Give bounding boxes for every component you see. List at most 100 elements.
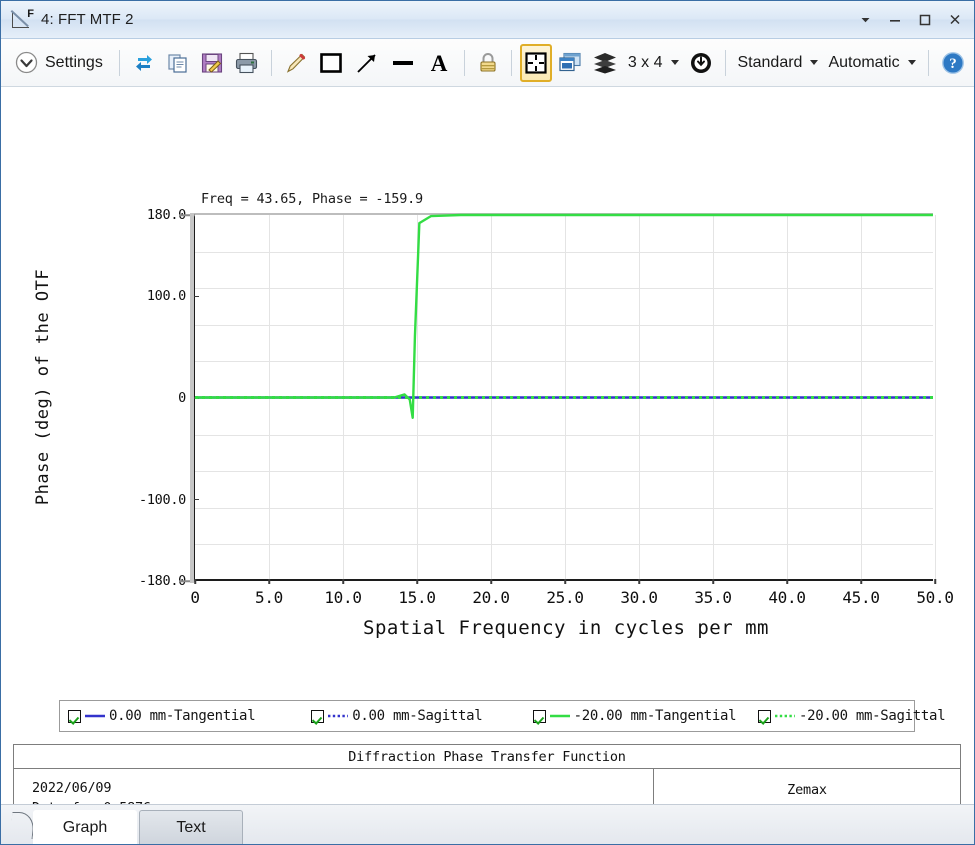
toolbar-separator-4 [511, 50, 512, 76]
style-label: Standard [738, 54, 803, 72]
legend-item[interactable]: 0.00 mm-Tangential [60, 708, 307, 724]
refresh-button[interactable] [128, 44, 160, 82]
title-bar: F 4: FFT MTF 2 [1, 1, 974, 39]
clock-reset-icon [689, 51, 713, 75]
info-vendor: Zemax [787, 780, 827, 801]
print-button[interactable] [230, 44, 263, 82]
annotate-pencil-button[interactable] [280, 44, 312, 82]
maximize-icon[interactable] [910, 7, 940, 33]
gridline-vertical [935, 215, 936, 579]
toolbar-separator-6 [928, 50, 929, 76]
chevron-down-icon [908, 60, 916, 65]
x-tick-label: 50.0 [916, 588, 953, 607]
info-date: 2022/06/09 [32, 779, 653, 799]
scale-label: Automatic [828, 54, 899, 72]
lock-icon [477, 51, 499, 75]
layout-dropdown[interactable]: 3 x 4 [624, 44, 683, 82]
print-icon [234, 51, 259, 75]
plot-curves [195, 215, 933, 580]
x-axis-title: Spatial Frequency in cycles per mm [191, 617, 941, 639]
x-tick-label: 20.0 [472, 588, 509, 607]
save-icon [200, 51, 224, 75]
legend-label: 0.00 mm-Tangential [109, 708, 255, 724]
scale-dropdown[interactable]: Automatic [824, 44, 919, 82]
y-axis-title: Phase (deg) of the OTF [33, 237, 53, 537]
x-tick-mark [934, 579, 936, 584]
toolbar-separator-3 [464, 50, 465, 76]
save-button[interactable] [196, 44, 228, 82]
x-tick-label: 0 [190, 588, 199, 607]
tab-text[interactable]: Text [139, 810, 243, 844]
legend-item[interactable]: -20.00 mm-Sagittal [754, 708, 914, 724]
draw-arrow-button[interactable] [350, 44, 384, 82]
toolbar-separator-1 [119, 50, 120, 76]
window-tile-button[interactable] [554, 44, 586, 82]
legend-label: 0.00 mm-Sagittal [352, 708, 482, 724]
series-line [195, 215, 933, 418]
window-menu-chevron-icon[interactable] [850, 7, 880, 33]
draw-text-button[interactable]: A [422, 44, 456, 82]
info-panel-body: 2022/06/09 Data for 0.5876 µm. Surface: … [14, 769, 960, 804]
draw-line-icon [390, 50, 416, 76]
draw-rectangle-icon [318, 50, 344, 76]
style-dropdown[interactable]: Standard [734, 44, 823, 82]
tab-corner-decoration [7, 810, 33, 844]
legend-item[interactable]: -20.00 mm-Tangential [529, 708, 754, 724]
legend-checkbox[interactable] [533, 710, 546, 723]
settings-button[interactable]: Settings [9, 44, 111, 82]
settings-chevron-icon [15, 51, 38, 74]
legend-label: -20.00 mm-Sagittal [799, 708, 945, 724]
chevron-down-icon [810, 60, 818, 65]
toolbar-separator-5 [725, 50, 726, 76]
draw-line-button[interactable] [386, 44, 420, 82]
fft-mtf-window: F 4: FFT MTF 2 Settings [0, 0, 975, 845]
legend-item[interactable]: 0.00 mm-Sagittal [307, 708, 528, 724]
x-tick-label: 25.0 [546, 588, 583, 607]
legend-checkbox[interactable] [311, 710, 324, 723]
minimize-icon[interactable] [880, 7, 910, 33]
window-title: 4: FFT MTF 2 [41, 11, 134, 28]
y-tick-mark [179, 580, 195, 582]
settings-label: Settings [45, 54, 103, 72]
legend-checkbox[interactable] [758, 710, 771, 723]
plot-area: Freq = 43.65, Phase = -159.9 Phase (deg)… [1, 87, 974, 607]
toolbar-separator-2 [271, 50, 272, 76]
chart-legend[interactable]: 0.00 mm-Tangential 0.00 mm-Sagittal -20.00… [59, 700, 915, 732]
x-tick-label: 30.0 [620, 588, 657, 607]
grid-overlay-button[interactable] [520, 44, 552, 82]
legend-line-swatch [327, 709, 349, 723]
reset-button[interactable] [685, 44, 717, 82]
legend-line-swatch [774, 709, 796, 723]
legend-label: -20.00 mm-Tangential [574, 708, 737, 724]
copy-button[interactable] [162, 44, 194, 82]
chevron-down-icon [671, 60, 679, 65]
tab-graph[interactable]: Graph [33, 810, 137, 844]
toolbar: Settings [1, 39, 974, 87]
layers-button[interactable] [588, 44, 622, 82]
legend-line-swatch [84, 709, 106, 723]
info-vendor-block: Zemax Zemax OpticStudio 22.1.1 [654, 769, 960, 804]
y-tick-label: -100.0 [139, 492, 186, 508]
graph-content: Freq = 43.65, Phase = -159.9 Phase (deg)… [1, 87, 974, 804]
bottom-tab-bar: Graph Text [1, 804, 974, 844]
svg-text:?: ? [949, 56, 957, 72]
y-tick-mark [179, 214, 195, 216]
info-panel: Diffraction Phase Transfer Function 2022… [13, 744, 961, 804]
copy-icon [166, 51, 190, 75]
window-tile-icon [558, 51, 582, 74]
layers-icon [592, 51, 618, 75]
lock-button[interactable] [473, 44, 503, 82]
close-icon[interactable] [940, 7, 970, 33]
x-tick-label: 40.0 [768, 588, 805, 607]
help-button[interactable]: ? [937, 44, 969, 82]
legend-checkbox[interactable] [68, 710, 81, 723]
draw-rectangle-button[interactable] [314, 44, 348, 82]
x-tick-label: 35.0 [694, 588, 731, 607]
annotate-pencil-icon [284, 51, 308, 75]
refresh-icon [132, 51, 156, 75]
plot-axes: 180.0100.00-100.0-180.0 05.010.015.020.0… [193, 215, 933, 581]
svg-text:A: A [431, 51, 448, 76]
y-tick-label: 0 [178, 390, 186, 406]
fft-mtf-icon: F [11, 9, 33, 31]
draw-text-icon: A [426, 50, 452, 76]
